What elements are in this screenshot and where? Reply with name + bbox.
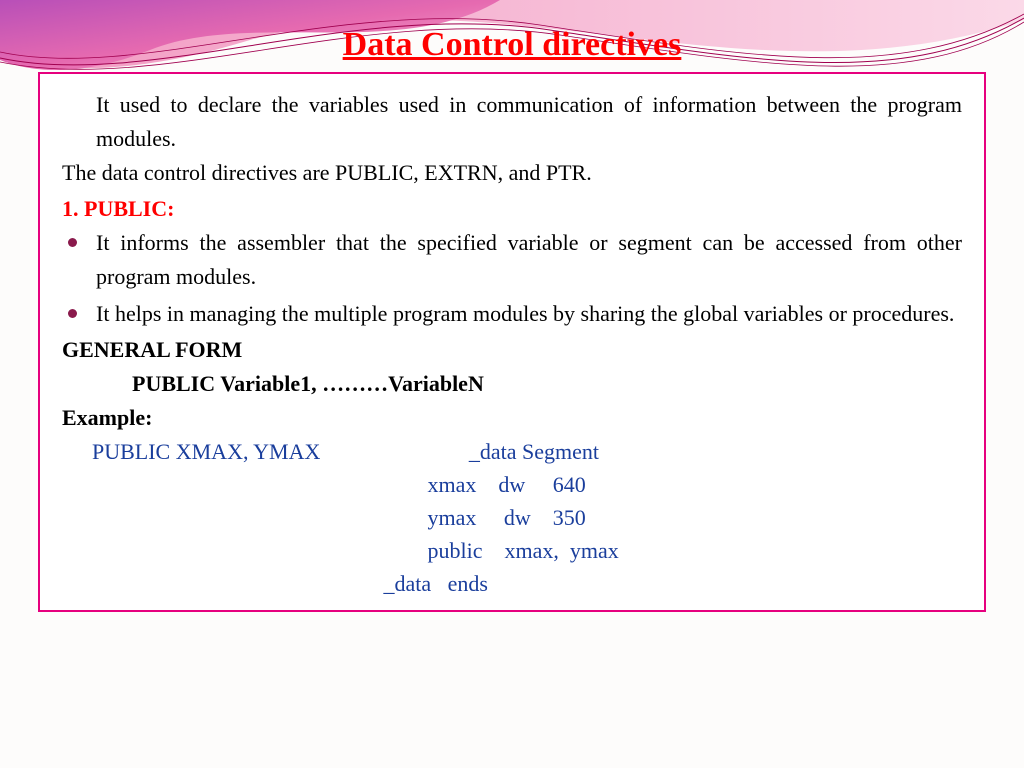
intro-paragraph: It used to declare the variables used in… (62, 88, 962, 156)
general-form-syntax: PUBLIC Variable1, ………VariableN (62, 367, 962, 401)
general-form-label: GENERAL FORM (62, 333, 962, 367)
example-label: Example: (62, 401, 962, 435)
page-title: Data Control directives (0, 0, 1024, 72)
section-public-heading: 1. PUBLIC: (62, 192, 962, 226)
list-item: It informs the assembler that the specif… (96, 226, 962, 294)
content-box: It used to declare the variables used in… (38, 72, 986, 612)
bullet-list: It informs the assembler that the specif… (62, 226, 962, 330)
list-item: It helps in managing the multiple progra… (96, 297, 962, 331)
example-code: PUBLIC XMAX, YMAX _data Segment xmax dw … (62, 435, 962, 600)
directives-line: The data control directives are PUBLIC, … (62, 156, 962, 190)
